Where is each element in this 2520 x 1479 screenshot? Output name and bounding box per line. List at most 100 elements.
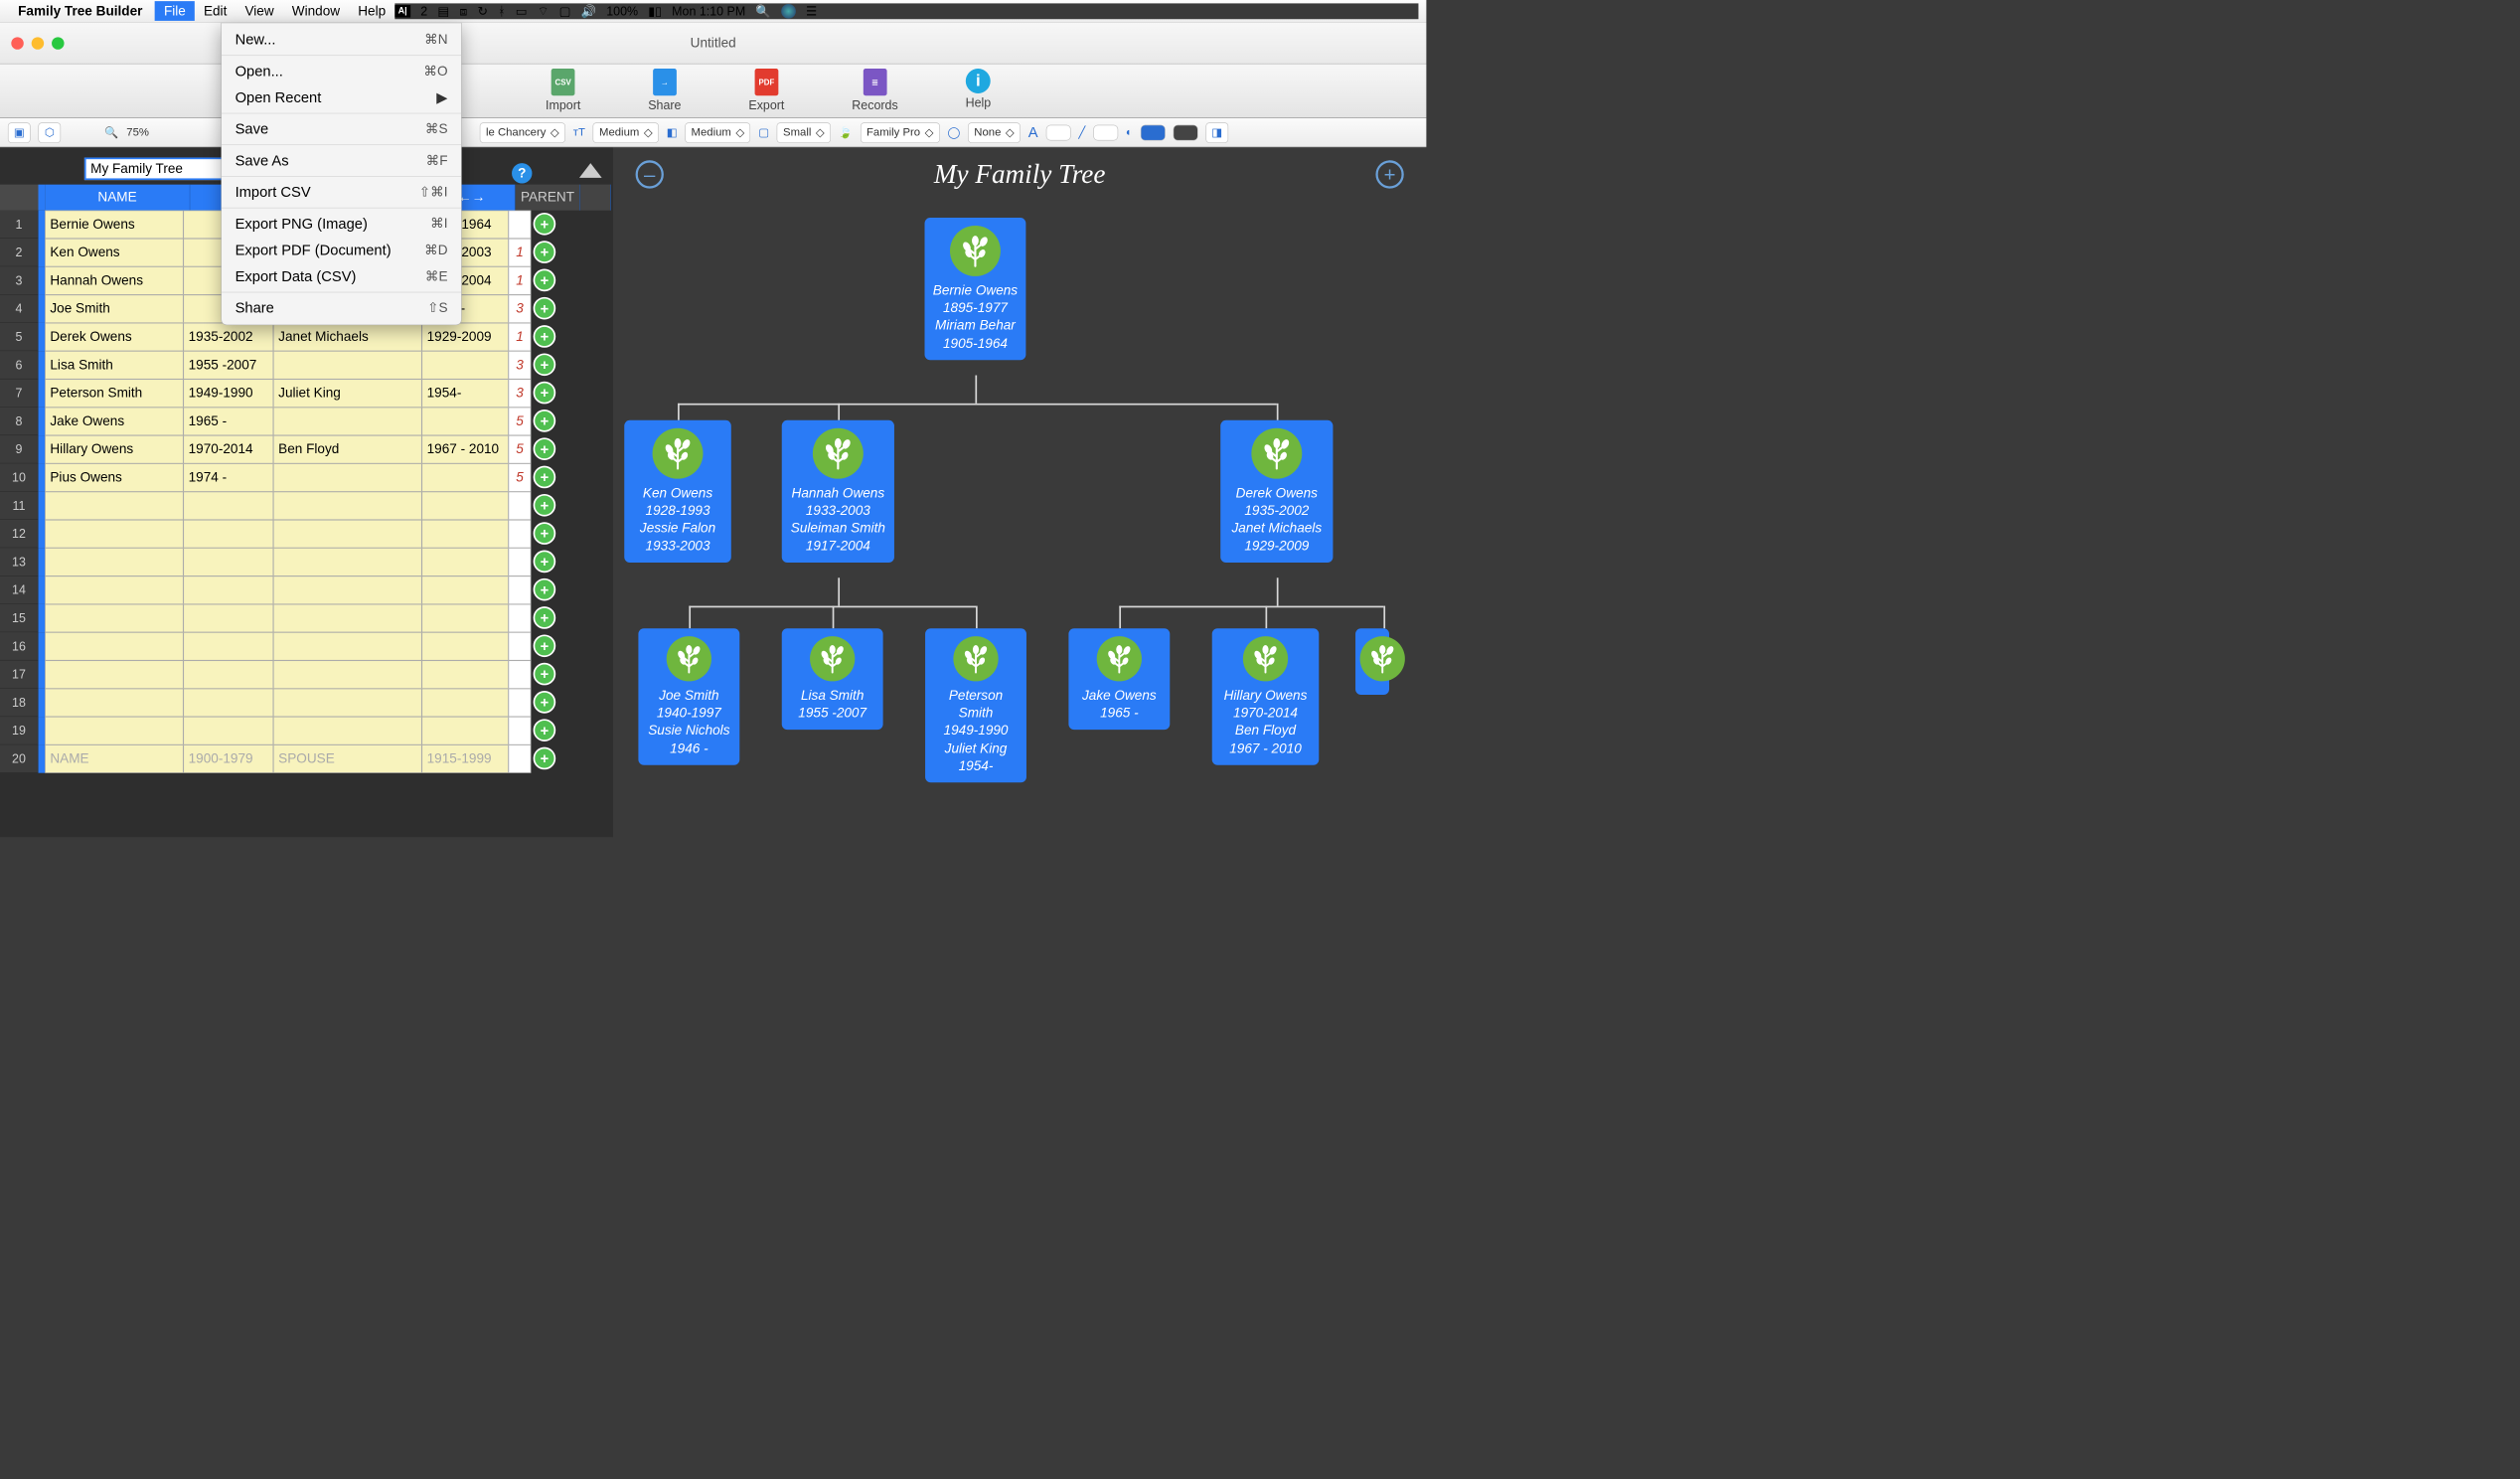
cell-sdates[interactable] xyxy=(422,408,509,435)
add-row-button[interactable]: + xyxy=(534,410,556,432)
cell-parent[interactable]: 3 xyxy=(509,295,532,323)
add-row-button[interactable]: + xyxy=(534,269,556,292)
row-number[interactable]: 13 xyxy=(0,548,38,575)
cell-parent[interactable] xyxy=(509,660,532,688)
size1-select[interactable]: Medium◇ xyxy=(593,122,659,142)
menu-item-import-csv[interactable]: Import CSV⇧⌘I xyxy=(222,179,461,206)
tree-node-root[interactable]: Bernie Owens1895-1977Miriam Behar1905-19… xyxy=(925,218,1026,360)
tree-node-derek[interactable]: Derek Owens1935-2002Janet Michaels1929-2… xyxy=(1220,420,1333,563)
cell-name[interactable]: Peterson Smith xyxy=(45,379,183,407)
clock[interactable]: Mon 1:10 PM xyxy=(672,4,745,19)
cell-parent[interactable]: 5 xyxy=(509,435,532,463)
row-number[interactable]: 16 xyxy=(0,632,38,660)
cell-sdates[interactable]: 1967 - 2010 xyxy=(422,435,509,463)
row-number[interactable]: 3 xyxy=(0,266,38,294)
cell-name[interactable] xyxy=(45,492,183,520)
cell-spouse[interactable]: Juliet King xyxy=(273,379,421,407)
add-row-button[interactable]: + xyxy=(534,551,556,574)
cell-name[interactable] xyxy=(45,520,183,548)
fill-color-swatch[interactable] xyxy=(1141,124,1166,140)
cell-name[interactable] xyxy=(45,660,183,688)
cell-spouse[interactable] xyxy=(273,604,421,632)
airplay-icon[interactable]: ▢ xyxy=(559,4,571,19)
cell-dates[interactable]: 1900-1979 xyxy=(184,744,274,772)
cell-sdates[interactable] xyxy=(422,632,509,660)
cell-dates[interactable]: 1970-2014 xyxy=(184,435,274,463)
cell-name[interactable] xyxy=(45,689,183,717)
effect-select[interactable]: None◇ xyxy=(968,122,1021,142)
cell-spouse[interactable] xyxy=(273,717,421,744)
col-name[interactable]: NAME xyxy=(45,185,190,211)
add-row-button[interactable]: + xyxy=(534,466,556,489)
cell-name[interactable]: Ken Owens xyxy=(45,239,183,266)
table-row[interactable]: 14+ xyxy=(0,576,613,604)
cell-sdates[interactable]: 1929-2009 xyxy=(422,323,509,351)
cell-sdates[interactable]: 1915-1999 xyxy=(422,744,509,772)
add-row-button[interactable]: + xyxy=(534,325,556,348)
size3-select[interactable]: Small◇ xyxy=(777,122,831,142)
row-number[interactable]: 12 xyxy=(0,520,38,548)
cell-parent[interactable] xyxy=(509,211,532,239)
cell-parent[interactable] xyxy=(509,576,532,604)
share-button[interactable]: →Share xyxy=(648,69,681,112)
table-row[interactable]: 9Hillary Owens1970-2014Ben Floyd1967 - 2… xyxy=(0,435,613,463)
add-row-button[interactable]: + xyxy=(534,382,556,405)
cell-sdates[interactable] xyxy=(422,717,509,744)
cell-name[interactable]: Hillary Owens xyxy=(45,435,183,463)
battery-icon[interactable]: ▮▯ xyxy=(648,4,662,19)
tree-title-input[interactable] xyxy=(84,157,226,180)
menu-item-export-data-csv-[interactable]: Export Data (CSV)⌘E xyxy=(222,263,461,290)
row-number[interactable]: 18 xyxy=(0,689,38,717)
row-number[interactable]: 15 xyxy=(0,604,38,632)
cell-sdates[interactable] xyxy=(422,520,509,548)
row-number[interactable]: 19 xyxy=(0,717,38,744)
row-number[interactable]: 20 xyxy=(0,744,38,772)
table-row[interactable]: 17+ xyxy=(0,660,613,688)
tree-node-pius[interactable] xyxy=(1355,628,1389,695)
menu-file[interactable]: File xyxy=(155,1,195,21)
cell-sdates[interactable] xyxy=(422,351,509,379)
row-number[interactable]: 2 xyxy=(0,239,38,266)
expand-tree-button[interactable]: + xyxy=(1375,160,1403,188)
add-row-button[interactable]: + xyxy=(534,297,556,320)
records-button[interactable]: ≣Records xyxy=(852,69,897,112)
font-select[interactable]: le Chancery◇ xyxy=(480,122,565,142)
add-row-button[interactable]: + xyxy=(534,634,556,657)
cell-sdates[interactable] xyxy=(422,548,509,575)
table-row[interactable]: 11+ xyxy=(0,492,613,520)
cell-sdates[interactable] xyxy=(422,576,509,604)
cell-spouse[interactable] xyxy=(273,351,421,379)
table-row[interactable]: 7Peterson Smith1949-1990Juliet King1954-… xyxy=(0,379,613,407)
help-button[interactable]: iHelp xyxy=(966,69,992,110)
row-number[interactable]: 4 xyxy=(0,295,38,323)
cell-parent[interactable]: 3 xyxy=(509,351,532,379)
table-row[interactable]: 10Pius Owens1974 -5+ xyxy=(0,463,613,491)
battery-outline-icon[interactable]: ▭ xyxy=(516,4,528,19)
add-row-button[interactable]: + xyxy=(534,353,556,376)
volume-icon[interactable]: 🔊 xyxy=(581,4,597,19)
tree-node-hillary[interactable]: Hillary Owens1970-2014Ben Floyd1967 - 20… xyxy=(1212,628,1320,764)
menu-window[interactable]: Window xyxy=(283,1,349,21)
cell-parent[interactable] xyxy=(509,744,532,772)
table-row[interactable]: 8Jake Owens1965 -5+ xyxy=(0,408,613,435)
add-row-button[interactable]: + xyxy=(534,606,556,629)
cell-dates[interactable] xyxy=(184,604,274,632)
help-bubble-icon[interactable]: ? xyxy=(512,163,532,183)
add-row-button[interactable]: + xyxy=(534,437,556,460)
cell-dates[interactable] xyxy=(184,492,274,520)
cell-parent[interactable]: 1 xyxy=(509,239,532,266)
row-number[interactable]: 11 xyxy=(0,492,38,520)
cell-name[interactable] xyxy=(45,576,183,604)
table-row[interactable]: 12+ xyxy=(0,520,613,548)
cell-name[interactable] xyxy=(45,548,183,575)
cell-parent[interactable]: 5 xyxy=(509,408,532,435)
cell-sdates[interactable] xyxy=(422,492,509,520)
cell-sdates[interactable] xyxy=(422,689,509,717)
cell-sdates[interactable] xyxy=(422,604,509,632)
hierarchy-icon[interactable]: ⬡ xyxy=(38,122,61,142)
row-number[interactable]: 5 xyxy=(0,323,38,351)
cell-name[interactable] xyxy=(45,632,183,660)
panel-toggle-icon[interactable]: ◨ xyxy=(1205,122,1228,142)
table-row[interactable]: 13 + xyxy=(0,548,613,575)
cell-parent[interactable]: 1 xyxy=(509,266,532,294)
